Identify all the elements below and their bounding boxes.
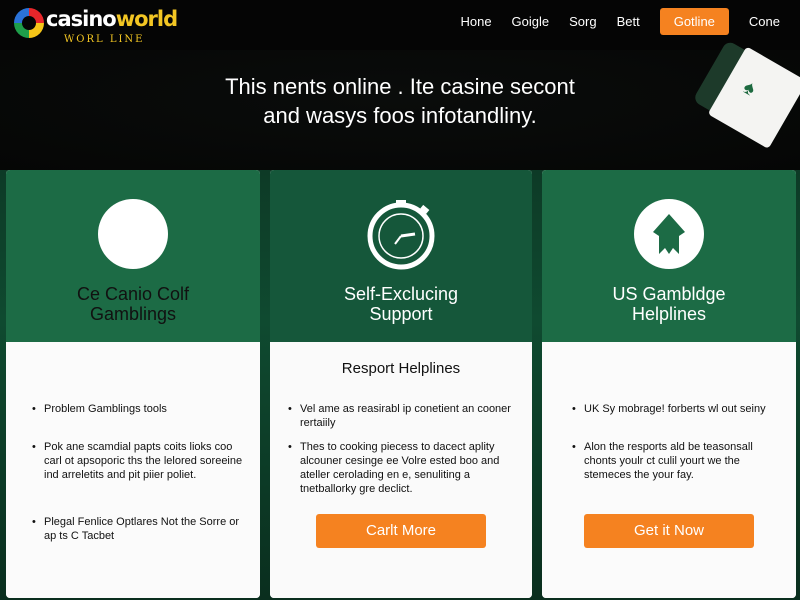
list-item: Alon the resports ald be teasonsall chon…	[572, 440, 782, 482]
casino-chip-icon	[14, 8, 44, 38]
card-title: Self-Exclucing Support	[270, 284, 532, 324]
list-item: UK Sy mobrage! forberts wl out seiny	[572, 402, 782, 416]
hero-section: This nents online . Ite casine secont an…	[0, 39, 800, 170]
list-item: Thes to cooking piecess to dacect aplity…	[288, 440, 518, 496]
hero-line-1: This nents online . Ite casine secont	[225, 74, 575, 99]
card-title-line-2: Gamblings	[89, 304, 177, 324]
logo-tagline: WORL LINE	[64, 34, 145, 45]
card-header: US Gambldge Helplines	[542, 170, 796, 342]
circle-icon	[98, 199, 168, 269]
card-title-line-1: Self-Exclucing	[343, 284, 459, 304]
clock-icon	[367, 200, 435, 270]
logo-accent-part: world	[115, 7, 178, 31]
card-title: US Gambldge Helplines	[542, 284, 796, 324]
card-title-line-1: Ce Canio Colf	[76, 284, 190, 304]
card-title-line-1: US Gambldge	[612, 284, 726, 304]
learn-more-button[interactable]: Carlt More	[316, 514, 486, 548]
list-item: Vel ame as reasirabl ip conetient an coo…	[288, 402, 518, 430]
card-title: Ce Canio Colf Gamblings	[6, 284, 260, 324]
logo-main-part: casino	[46, 7, 117, 31]
nav-cta-button[interactable]: Gotline	[659, 8, 729, 35]
card-header: Ce Canio Colf Gamblings	[6, 170, 260, 342]
card-title-line-2: Support	[369, 304, 433, 324]
card-subheading: Resport Helplines	[341, 360, 461, 377]
nav-link-2[interactable]: Goigle	[512, 14, 550, 29]
card-title-line-2: Helplines	[631, 304, 707, 324]
logo-wordmark: casinoworld	[46, 6, 178, 32]
nav-link-3[interactable]: Sorg	[569, 14, 596, 29]
card-self-excluding: Self-Exclucing Support Resport Helplines…	[270, 170, 532, 598]
logo-text: casinoworld WORL LINE	[46, 6, 178, 45]
get-it-now-button[interactable]: Get it Now	[584, 514, 754, 548]
nav-link-4[interactable]: Bett	[617, 14, 640, 29]
list-item: Problem Gamblings tools	[32, 402, 242, 416]
card-self-gambling: Ce Canio Colf Gamblings Problem Gambling…	[6, 170, 260, 598]
shield-icon	[634, 199, 704, 269]
list-item: Plegal Fenlice Optlares Not the Sorre or…	[32, 515, 242, 543]
top-nav-bar: casinoworld WORL LINE Hone Goigle Sorg B…	[0, 0, 800, 50]
card-us-gambling-helplines: US Gambldge Helplines UK Sy mobrage! for…	[542, 170, 796, 598]
list-item: Pok ane scamdial papts coits lioks coo c…	[32, 440, 250, 482]
nav-link-last[interactable]: Cone	[749, 14, 780, 29]
card-header: Self-Exclucing Support	[270, 170, 532, 342]
nav-link-home[interactable]: Hone	[460, 14, 491, 29]
brand-logo[interactable]: casinoworld WORL LINE	[14, 6, 178, 45]
